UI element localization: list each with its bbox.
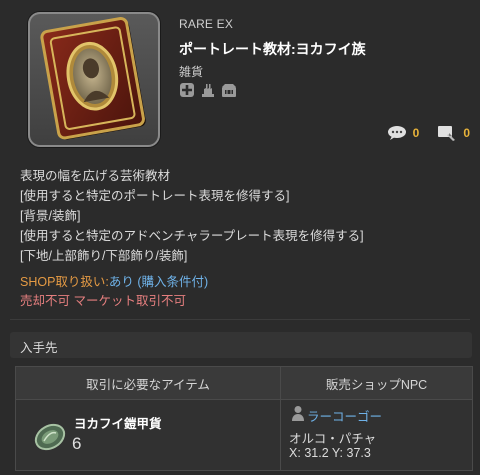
acquisition-header: 入手先 (10, 332, 472, 358)
shop-label: SHOP取り扱い: (20, 275, 109, 289)
person-icon (291, 405, 305, 421)
feedback-counts: 0 0 (387, 125, 470, 141)
rarity-label: RARE EX (179, 17, 234, 31)
description-line: [使用すると特定のアドベンチャラープレート表現を修得する] (20, 229, 364, 243)
column-header-shop-npc: 販売ショップNPC (280, 366, 473, 400)
npc-location[interactable]: オルコ・パチャ (289, 428, 376, 447)
shop-availability-link[interactable]: あり (購入条件付) (109, 275, 208, 289)
description-line: [背景/装飾] (20, 209, 81, 223)
untradable-icon (200, 82, 216, 98)
npc-coordinates: X: 31.2 Y: 37.3 (289, 446, 371, 460)
shop-npc-cell: ラーコーゴー オルコ・パチャ X: 31.2 Y: 37.3 (280, 399, 473, 471)
item-flags (179, 82, 237, 98)
comment-count[interactable]: 0 (413, 126, 420, 140)
description-line: [下地/上部飾り/下部飾り/装飾] (20, 249, 188, 263)
description-line: [使用すると特定のポートレート表現を修得する] (20, 189, 290, 203)
comment-icon[interactable] (387, 125, 407, 141)
screenshot-count[interactable]: 0 (463, 126, 470, 140)
shop-info: SHOP取り扱い:あり (購入条件付) 売却不可 マーケット取引不可 (20, 273, 208, 311)
section-divider (10, 319, 470, 320)
no-market-icon (221, 82, 237, 98)
unique-icon (179, 82, 195, 98)
portrait-book-icon (28, 12, 160, 147)
sale-restrictions: 売却不可 マーケット取引不可 (20, 294, 186, 308)
table-row: ヨカフイ鎧甲貨 6 ラーコーゴー オルコ・パチャ X: 31.2 Y: 37.3 (14, 399, 473, 471)
trade-table: 取引に必要なアイテム 販売ショップNPC ヨカフイ鎧甲貨 6 ラーコーゴー オル… (14, 366, 473, 471)
npc-name-link[interactable]: ラーコーゴー (307, 406, 382, 425)
screenshot-icon[interactable] (437, 125, 457, 141)
acquisition-title: 入手先 (20, 341, 58, 355)
item-description: 表現の幅を広げる芸術教材 [使用すると特定のポートレート表現を修得する] [背景… (20, 166, 470, 266)
column-header-required-item: 取引に必要なアイテム (14, 366, 282, 400)
item-name: ポートレート教材:ヨカフイ族 (179, 41, 366, 57)
required-item-cell: ヨカフイ鎧甲貨 6 (14, 399, 282, 471)
currency-quantity: 6 (72, 434, 82, 453)
currency-name[interactable]: ヨカフイ鎧甲貨 (74, 413, 162, 432)
description-line: 表現の幅を広げる芸術教材 (20, 169, 171, 183)
currency-icon[interactable] (32, 419, 68, 455)
item-category: 雑貨 (179, 65, 204, 79)
